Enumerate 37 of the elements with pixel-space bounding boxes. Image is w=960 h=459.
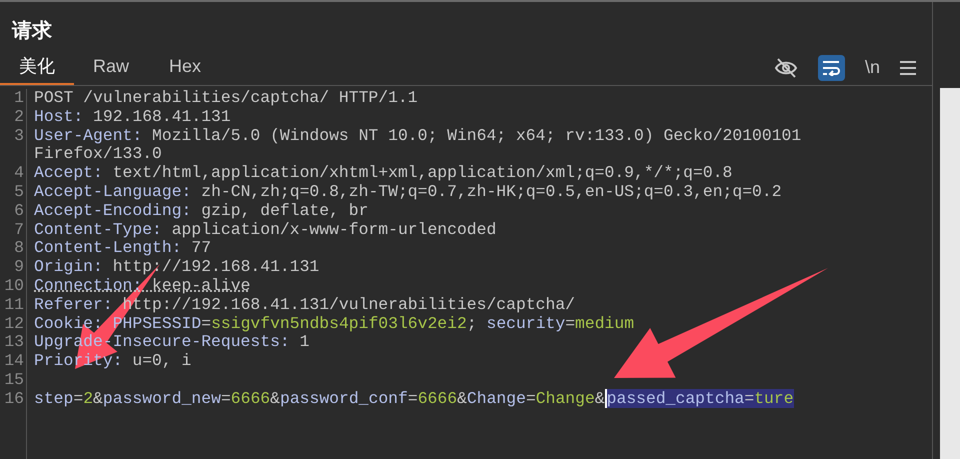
- line-number: 12: [4, 314, 24, 333]
- code-line: Content-Type: application/x-www-form-urlencoded: [34, 220, 496, 239]
- line-number: 10: [4, 276, 24, 295]
- code-line: Accept-Encoding: gzip, deflate, br: [34, 200, 368, 220]
- menu-icon[interactable]: [900, 60, 916, 74]
- code-line: POST /vulnerabilities/captcha/ HTTP/1.1: [34, 88, 418, 107]
- line-number: 4: [14, 163, 24, 182]
- code-line: Connection: keep-alive: [34, 276, 250, 295]
- line-number: 8: [14, 238, 24, 258]
- line-number: 3: [14, 126, 24, 145]
- wrap-toggle[interactable]: [818, 54, 845, 80]
- line-number: 7: [14, 220, 24, 239]
- line-number: 5: [14, 182, 24, 201]
- tab[interactable]: 美化: [0, 50, 74, 85]
- code-line: Origin: http://192.168.41.131: [34, 257, 320, 276]
- line-number: 16: [4, 388, 24, 408]
- line-number: 2: [14, 106, 24, 126]
- line-number: 15: [4, 370, 24, 389]
- newline-toggle[interactable]: \n: [864, 54, 880, 81]
- eye-off-icon[interactable]: [774, 56, 798, 78]
- code-line: User-Agent: Mozilla/5.0 (Windows NT 10.0; Win64; x64; rv:133.0) Gecko/20100101: [34, 126, 802, 145]
- panel-title: 请求: [12, 19, 52, 44]
- code-line: Accept-Language: zh-CN,zh;q=0.8,zh-TW;q=0.7,zh-HK;q=0.5,en-US;q=0.3,en;q=0.2: [34, 182, 782, 201]
- code-line: Firefox/133.0: [34, 144, 162, 164]
- line-number: 14: [4, 351, 24, 370]
- tab[interactable]: Hex: [148, 50, 222, 85]
- line-number: 11: [4, 294, 24, 314]
- wrap-icon: [822, 60, 840, 76]
- line-number: 13: [4, 332, 24, 352]
- code-line: Content-Length: 77: [34, 238, 212, 258]
- line-number: 9: [14, 257, 24, 276]
- code-line: Host: 192.168.41.131: [34, 106, 231, 126]
- line-number: 6: [14, 200, 24, 220]
- code-line: step=2&password_new=6666&password_conf=6666&Change=Change&passed_captcha=ture: [34, 388, 794, 408]
- tab[interactable]: Raw: [74, 50, 148, 85]
- code-line: Accept: text/html,application/xhtml+xml,application/xml;q=0.9,*/*;q=0.8: [34, 163, 732, 182]
- line-number: 1: [14, 88, 24, 107]
